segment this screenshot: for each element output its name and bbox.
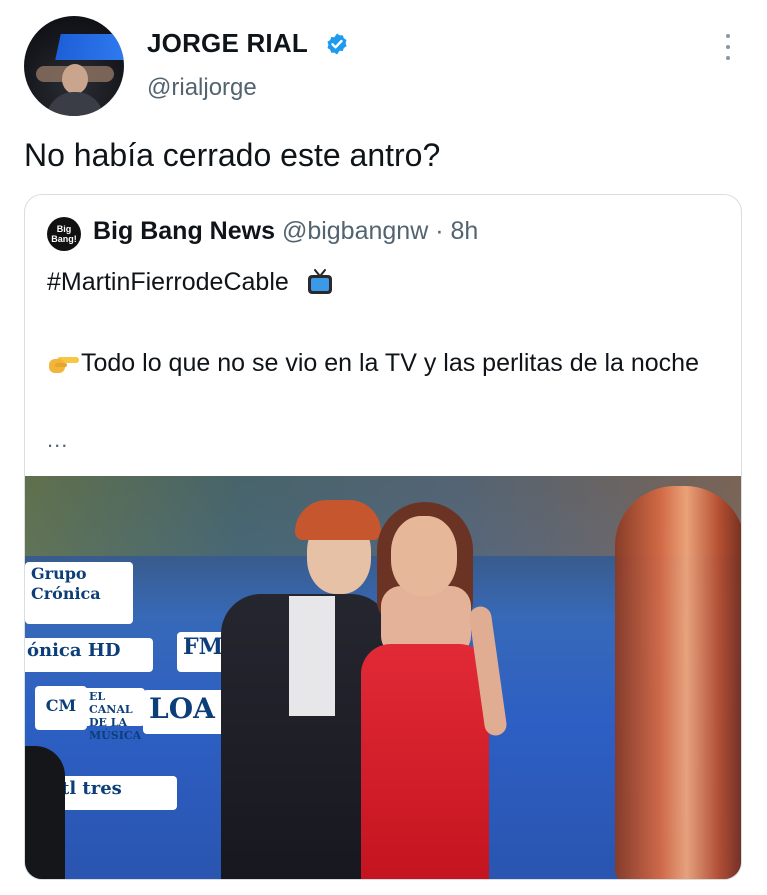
verified-badge-icon (327, 33, 347, 55)
tv-icon (307, 269, 332, 294)
sponsor-logo-cm: CM (35, 686, 87, 730)
text-truncation-ellipsis: ... (47, 427, 69, 452)
quoted-tweet-text: Todo lo que no se vio en la TV y las per… (81, 349, 699, 377)
red-dress (361, 644, 489, 879)
quoted-tweet-header: Big Bang News @bigbangnw · 8h (93, 217, 478, 246)
boy-shirt (289, 596, 335, 716)
avatar-banner (55, 34, 124, 60)
author-handle[interactable]: @rialjorge (147, 74, 257, 102)
award-statue (615, 486, 741, 879)
header-separator: · (435, 217, 444, 245)
author-name[interactable]: JORGE RIAL (147, 28, 308, 59)
avatar-head (62, 64, 88, 94)
quoted-author-name: Big Bang News (93, 217, 275, 245)
quoted-tweet-photo[interactable]: Grupo Crónica ónica HD FMQ CM EL CANAL D… (25, 476, 741, 879)
woman-face (391, 516, 457, 596)
more-options-icon[interactable] (716, 34, 740, 60)
avatar-body (46, 92, 104, 116)
hashtag-line: #MartinFierrodeCable (47, 267, 335, 297)
background-person (25, 746, 65, 879)
tweet-text: No había cerrado este antro? (24, 137, 441, 173)
hashtag: #MartinFierrodeCable (47, 267, 289, 296)
sponsor-logo-cronica-hd: ónica HD (25, 638, 153, 672)
quoted-tweet-card[interactable]: Big Bang! Big Bang News @bigbangnw · 8h … (24, 194, 742, 880)
author-avatar[interactable] (24, 16, 124, 116)
quoted-tweet-body: Todo lo que no se vio en la TV y las per… (47, 343, 717, 383)
sponsor-logo-tres: tl tres (55, 776, 177, 810)
backhand-index-pointing-right-icon (49, 357, 79, 373)
sponsor-logo-grupo-cronica: Grupo Crónica (25, 562, 133, 624)
quoted-timestamp: 8h (450, 217, 479, 245)
quoted-author-handle: @bigbangnw (281, 217, 429, 245)
quoted-author-avatar: Big Bang! (47, 217, 81, 251)
sponsor-logo-musica: EL CANAL DE LA MÚSICA (83, 688, 145, 742)
boy-hair (295, 500, 381, 540)
